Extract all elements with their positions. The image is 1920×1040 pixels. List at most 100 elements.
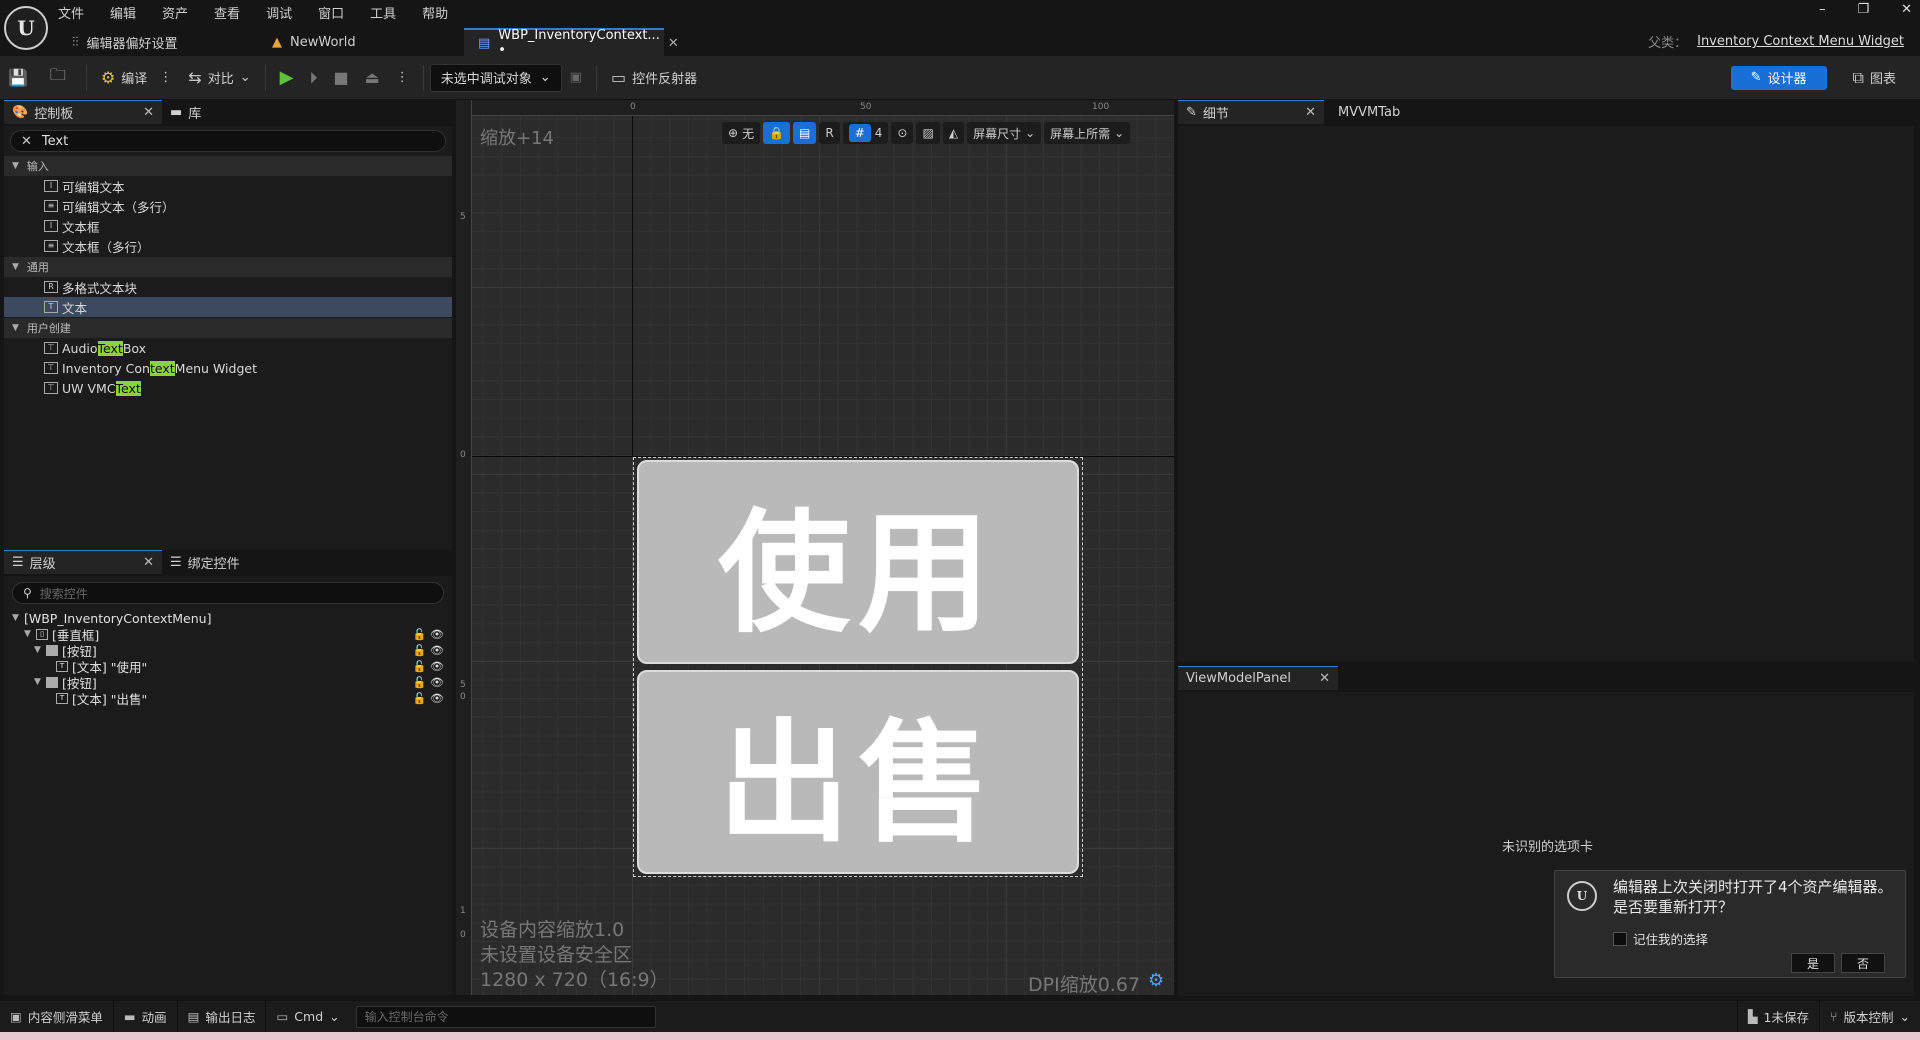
close-icon[interactable]: ✕: [1319, 671, 1330, 686]
tab-editor-preferences[interactable]: ⫶⫶ 编辑器偏好设置: [58, 28, 258, 56]
designer-mode-button[interactable]: ✎ 设计器: [1730, 65, 1827, 90]
palette-item-text[interactable]: T 文本: [4, 297, 452, 317]
unsaved-button[interactable]: ▙ 1未保存: [1736, 1000, 1820, 1033]
tab-newworld[interactable]: ▲ NewWorld: [258, 28, 464, 56]
render-mode-button[interactable]: R: [819, 122, 840, 144]
tab-viewmodel-panel[interactable]: ViewModelPanel ✕: [1178, 666, 1338, 690]
fill-screen-dropdown[interactable]: 屏幕上所需 ⌄: [1044, 122, 1131, 144]
hierarchy-search-input[interactable]: ⚲ 搜索控件: [12, 582, 444, 604]
row-actions[interactable]: 🔓 👁: [413, 692, 444, 705]
eject-icon: ⏏: [364, 68, 380, 87]
user-widget-icon: ⊤: [44, 342, 58, 354]
save-button[interactable]: 💾: [0, 63, 42, 93]
category-common[interactable]: ▼ 通用: [4, 257, 452, 277]
widget-reflector-button[interactable]: ▭ 控件反射器: [603, 63, 705, 93]
use-button[interactable]: 使用: [637, 460, 1079, 664]
clear-search-icon[interactable]: ✕: [21, 134, 32, 149]
compile-button[interactable]: ⚙ 编译 ⋮: [93, 63, 180, 93]
flip-button[interactable]: ◭: [942, 122, 965, 144]
yes-button[interactable]: 是: [1791, 953, 1835, 973]
chevron-down-icon: ⌄: [1025, 126, 1036, 140]
menu-tools[interactable]: 工具: [370, 3, 396, 22]
sell-button[interactable]: 出售: [637, 670, 1079, 874]
close-icon[interactable]: ✕: [1305, 105, 1316, 120]
palette-item-editable-text-multiline[interactable]: ≡ 可编辑文本（多行）: [4, 196, 452, 216]
resolution-info: 1280 x 720（16:9）: [480, 969, 669, 991]
content-drawer-button[interactable]: ▣ 内容侧滑菜单: [0, 1000, 114, 1033]
step-button[interactable]: ⏵: [301, 63, 325, 93]
triangle-down-icon: ▼: [12, 161, 19, 171]
parent-class-link[interactable]: Inventory Context Menu Widget: [1697, 34, 1904, 49]
tab-library[interactable]: ▬ 库: [162, 100, 262, 124]
gear-icon[interactable]: ⚙: [1148, 970, 1164, 991]
animation-button[interactable]: ▬ 动画: [114, 1000, 178, 1033]
ruler-tick: 5: [460, 212, 466, 222]
row-actions[interactable]: 🔓 👁: [413, 660, 444, 673]
background-button[interactable]: ▨: [916, 122, 940, 144]
cmd-dropdown[interactable]: ▭ Cmd ⌄: [266, 1001, 349, 1033]
palette-item-text-box[interactable]: I 文本框: [4, 216, 452, 236]
category-user-created[interactable]: ▼ 用户创建: [4, 318, 452, 338]
palette-item-rich-text-block[interactable]: R 多格式文本块: [4, 277, 452, 297]
stop-button[interactable]: ■: [325, 63, 356, 93]
tab-mvvm[interactable]: MVVMTab: [1324, 100, 1444, 124]
tab-hierarchy[interactable]: ☰ 层级 ✕: [4, 550, 162, 574]
minimize-icon[interactable]: –: [1819, 2, 1826, 17]
source-control-button[interactable]: ⑂ 版本控制 ⌄: [1820, 1001, 1920, 1033]
row-actions[interactable]: 🔓 👁: [413, 644, 444, 657]
tab-bind-widgets[interactable]: ☰ 绑定控件: [162, 550, 302, 574]
palette-item-editable-text[interactable]: I 可编辑文本: [4, 176, 452, 196]
tree-row-text-sell[interactable]: T [文本] "出售" 🔓 👁: [4, 690, 452, 707]
menu-debug[interactable]: 调试: [266, 3, 292, 22]
play-options-button[interactable]: ⋮: [388, 63, 417, 93]
palette-item-uw-vmc-text[interactable]: ⊤ UW VMC Text: [4, 378, 452, 398]
grid-snap-button[interactable]: #4: [842, 122, 889, 144]
respect-locks-button[interactable]: 🔒: [763, 122, 791, 144]
menu-view[interactable]: 查看: [214, 3, 240, 22]
chevron-down-icon: ⌄: [329, 1009, 340, 1024]
dpi-button[interactable]: ⊙: [891, 122, 914, 144]
close-icon[interactable]: ✕: [668, 36, 679, 51]
close-icon[interactable]: ✕: [143, 105, 154, 120]
restore-icon[interactable]: ❐: [1857, 2, 1869, 17]
unreal-logo-icon[interactable]: U: [4, 6, 48, 50]
tab-palette[interactable]: 🎨 控制板 ✕: [4, 100, 162, 124]
tab-details[interactable]: ✎ 细节 ✕: [1178, 100, 1324, 124]
row-actions[interactable]: 🔓 👁: [413, 676, 444, 689]
widget-preview[interactable]: 使用 出售: [633, 457, 1083, 877]
menu-help[interactable]: 帮助: [422, 3, 448, 22]
menu-window[interactable]: 窗口: [318, 3, 344, 22]
palette-item-audio-text-box[interactable]: ⊤ Audio Text Box: [4, 338, 452, 358]
menu-asset[interactable]: 资产: [162, 3, 188, 22]
debug-object-button[interactable]: ▣: [562, 63, 590, 93]
eject-button[interactable]: ⏏: [357, 63, 388, 93]
browse-button[interactable]: 🗀: [42, 63, 80, 93]
outline-button[interactable]: ▤: [793, 122, 817, 144]
menu-file[interactable]: 文件: [58, 3, 84, 22]
tab-wbp-inventory[interactable]: ▤ WBP_InventoryContext... • ✕: [464, 28, 679, 58]
menu-edit[interactable]: 编辑: [110, 3, 136, 22]
outline-icon: ▤: [799, 126, 811, 140]
localization-preview-button[interactable]: ⊕ 无: [722, 122, 761, 144]
palette-item-inventory-context-menu[interactable]: ⊤ Inventory Con text Menu Widget: [4, 358, 452, 378]
close-icon[interactable]: ✕: [143, 555, 154, 570]
diff-button[interactable]: ⇆ 对比 ⌄: [180, 63, 258, 93]
debug-target-dropdown[interactable]: 未选中调试对象 ⌄: [429, 63, 562, 92]
palette-item-text-box-multiline[interactable]: ≡ 文本框（多行）: [4, 236, 452, 256]
graph-mode-button[interactable]: ⧉ 图表: [1845, 63, 1904, 93]
palette-search-input[interactable]: ✕ Text: [10, 130, 446, 152]
screen-size-dropdown[interactable]: 屏幕尺寸 ⌄: [967, 122, 1042, 144]
remember-choice-checkbox[interactable]: 记住我的选择: [1613, 929, 1708, 948]
button-widget-icon: [46, 644, 58, 656]
no-button[interactable]: 否: [1841, 953, 1885, 973]
divider: [595, 64, 597, 91]
user-widget-icon: ⊤: [44, 382, 58, 394]
close-window-icon[interactable]: ✕: [1901, 2, 1912, 17]
compile-options-icon[interactable]: ⋮: [159, 70, 172, 85]
console-input[interactable]: 输入控制台命令: [355, 1005, 656, 1028]
parent-class-label: 父类：: [1648, 36, 1688, 51]
category-input[interactable]: ▼ 输入: [4, 156, 452, 176]
play-button[interactable]: ▶: [272, 63, 302, 93]
output-log-button[interactable]: ▤ 输出日志: [178, 1000, 267, 1033]
row-actions[interactable]: 🔓 👁: [413, 628, 444, 641]
